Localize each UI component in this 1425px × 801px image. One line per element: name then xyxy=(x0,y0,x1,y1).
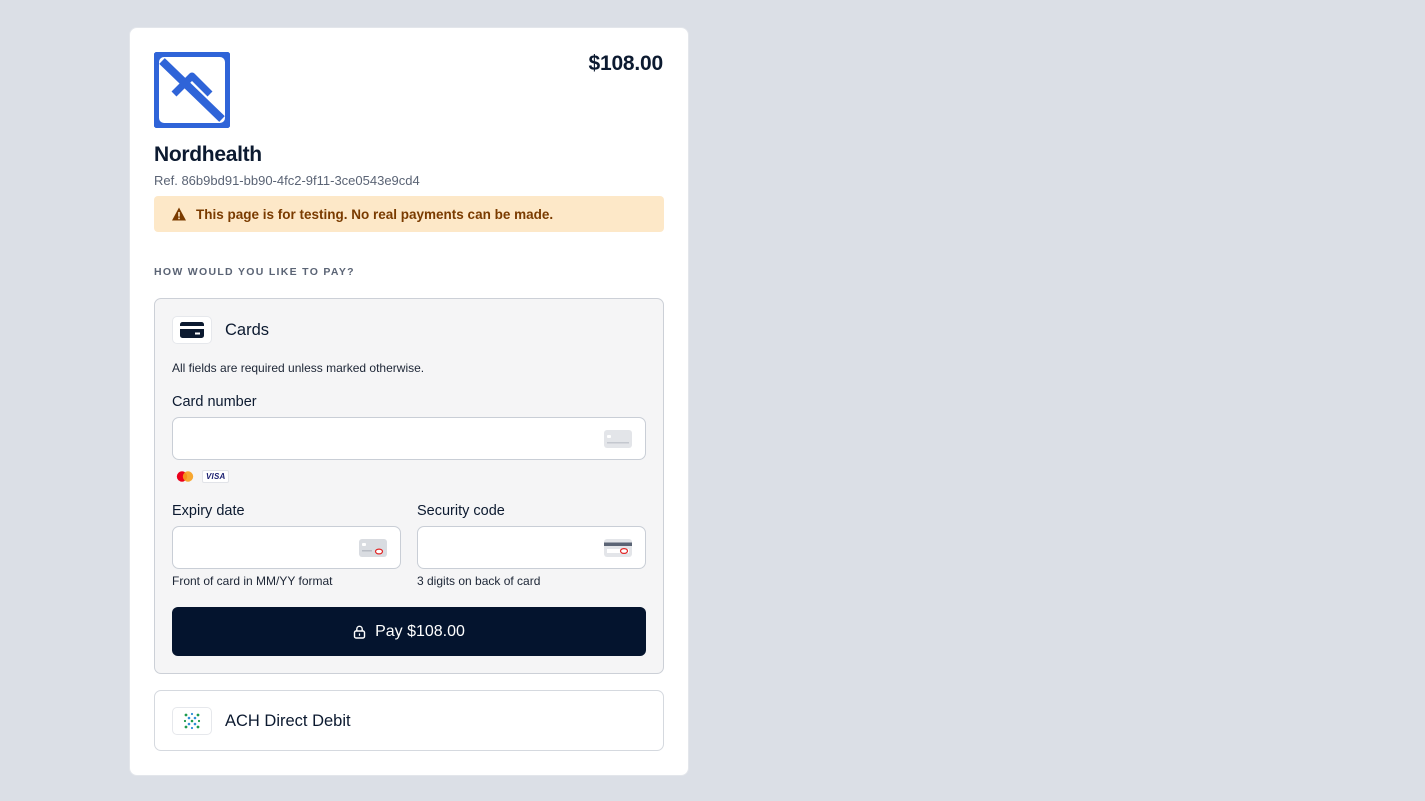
security-code-hint: 3 digits on back of card xyxy=(417,574,541,588)
cards-payment-method[interactable]: Cards All fields are required unless mar… xyxy=(154,298,664,674)
generic-card-icon xyxy=(604,430,632,448)
expiry-date-hint: Front of card in MM/YY format xyxy=(172,574,333,588)
ach-payment-method[interactable]: ACH Direct Debit xyxy=(154,690,664,751)
checkout-card: $108.00 Nordhealth Ref. 86b9bd91-bb90-4f… xyxy=(129,27,689,776)
card-number-label: Card number xyxy=(172,394,257,410)
expiry-date-label: Expiry date xyxy=(172,503,245,519)
payment-reference: Ref. 86b9bd91-bb90-4fc2-9f11-3ce0543e9cd… xyxy=(154,173,420,188)
required-fields-note: All fields are required unless marked ot… xyxy=(172,361,425,375)
pay-button-label: Pay $108.00 xyxy=(375,622,465,640)
cards-method-title: Cards xyxy=(225,320,270,339)
security-code-input[interactable] xyxy=(417,526,646,569)
ach-network-icon xyxy=(172,707,212,735)
ach-method-header[interactable]: ACH Direct Debit xyxy=(172,707,351,735)
ach-method-title: ACH Direct Debit xyxy=(225,711,351,730)
mastercard-icon xyxy=(176,471,194,482)
security-code-label: Security code xyxy=(417,503,505,519)
card-front-expiry-icon xyxy=(359,539,387,557)
test-mode-text: This page is for testing. No real paymen… xyxy=(196,206,554,222)
nordhealth-logo xyxy=(154,52,230,128)
card-back-cvc-icon xyxy=(604,539,632,557)
merchant-name: Nordhealth xyxy=(154,143,262,166)
credit-card-icon xyxy=(172,316,212,344)
warning-icon xyxy=(172,207,186,221)
expiry-date-input[interactable] xyxy=(172,526,401,569)
test-mode-alert: This page is for testing. No real paymen… xyxy=(154,196,664,232)
accepted-brands: VISA xyxy=(176,470,230,483)
pay-button[interactable]: Pay $108.00 xyxy=(172,607,646,656)
card-number-input[interactable] xyxy=(172,417,646,460)
payment-method-heading: HOW WOULD YOU LIKE TO PAY? xyxy=(154,266,355,278)
total-amount: $108.00 xyxy=(588,52,663,75)
lock-icon xyxy=(353,625,366,639)
visa-icon: VISA xyxy=(202,470,230,483)
cards-method-header[interactable]: Cards xyxy=(172,316,269,344)
